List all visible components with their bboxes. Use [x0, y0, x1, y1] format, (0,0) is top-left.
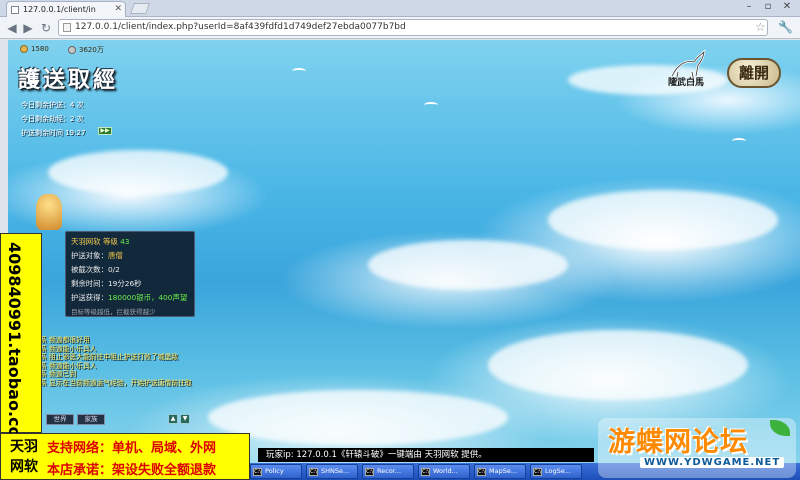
- taskbar-item-recor[interactable]: C:\ Recor...: [362, 464, 414, 479]
- forward-icon[interactable]: ▶: [20, 20, 36, 36]
- console-icon: C:\: [421, 468, 430, 476]
- gold-value: 1580: [31, 45, 49, 53]
- new-tab-button[interactable]: [129, 3, 151, 14]
- address-toolbar: ◀ ▶ ↻ 127.0.0.1/client/index.php?userId=…: [0, 17, 800, 39]
- promo-line-2: 本店承诺：架设失败全额退款: [47, 463, 217, 478]
- chat-line: 系 频道已到: [40, 370, 77, 378]
- target-row: 护送对象：唐僧: [71, 249, 189, 263]
- time-row: 剩余时间：19分26秒: [71, 277, 189, 291]
- window-close-icon[interactable]: ✕: [778, 1, 796, 14]
- task-label: MapSe...: [489, 467, 518, 475]
- chat-scroll-up-icon[interactable]: ▲: [168, 414, 178, 424]
- robbed-row: 被截次数：0/2: [71, 263, 189, 277]
- back-icon[interactable]: ◀: [4, 20, 20, 36]
- escort-npc-avatar[interactable]: [36, 194, 62, 230]
- taskbar-item-shnse[interactable]: C:\ SHNSe...: [306, 464, 358, 479]
- shop-id-banner: 409840991.taobao.com: [0, 233, 42, 454]
- task-label: LogSe...: [545, 467, 571, 475]
- chat-tabs: 世界 家族: [46, 414, 105, 425]
- site-url: WWW.YDWGAME.NET: [640, 457, 785, 468]
- silver-value: 3620万: [79, 46, 104, 54]
- cloud: [208, 390, 508, 445]
- server-message: 玩家ip: 127.0.0.1《轩辕斗破》一键端由 天羽网软 提供。: [258, 448, 594, 462]
- chat-line: 系 频道能小乐具人: [40, 361, 97, 370]
- mount-label: 隆武白馬: [668, 78, 705, 88]
- silver-stat: 3620万: [68, 45, 104, 55]
- bird: [292, 68, 306, 74]
- chat-line: 系 阻止邪恶大能前往中阻止护送打败了城堡敌: [40, 353, 179, 361]
- console-icon: C:\: [365, 468, 374, 476]
- player-name: 天羽网软: [71, 237, 101, 246]
- reward-value: 180000银币，400声望: [107, 293, 188, 302]
- level-value: 43: [120, 237, 130, 246]
- browser-tab-bar: 127.0.0.1/client/in ✕ – ▫ ✕: [0, 0, 800, 17]
- fast-forward-button[interactable]: ▶▶: [98, 127, 112, 135]
- console-icon: C:\: [533, 468, 542, 476]
- gold-icon: [20, 45, 28, 53]
- taskbar-item-world[interactable]: C:\ World...: [418, 464, 470, 479]
- promo-line-1: 支持网络：单机、局域、外网: [47, 441, 217, 456]
- cloud: [548, 190, 778, 250]
- target-value: 唐僧: [107, 251, 123, 260]
- page-root: 127.0.0.1/client/in ✕ – ▫ ✕ ◀ ▶ ↻ 127.0.…: [0, 0, 800, 480]
- url-input[interactable]: 127.0.0.1/client/index.php?userId=8af439…: [58, 19, 768, 36]
- chat-log: 系 频道都很好用 系 频道能小乐具人 系 阻止邪恶大能前往中阻止护送打败了城堡敌…: [40, 336, 200, 396]
- console-icon: C:\: [309, 468, 318, 476]
- url-text: 127.0.0.1/client/index.php?userId=8af439…: [75, 22, 406, 32]
- bookmark-star-icon[interactable]: ☆: [755, 20, 766, 34]
- chat-line: 系 频道都很好用: [40, 336, 90, 344]
- task-label: Policy: [265, 467, 284, 475]
- escort-count-text: 今日剩余护送：4 次: [21, 101, 84, 109]
- bird: [732, 138, 746, 144]
- rob-count-text: 今日剩余劫经：2 次: [21, 115, 84, 123]
- shop-id-text: 409840991.taobao.com: [5, 242, 24, 455]
- taskbar-item-mapse[interactable]: C:\ MapSe...: [474, 464, 526, 479]
- minimize-icon[interactable]: –: [740, 1, 758, 14]
- task-label: SHNSe...: [321, 467, 350, 475]
- panel-hint: 目标等级越低，拦截获得越少: [71, 308, 156, 316]
- page-title: 護送取經: [18, 67, 119, 93]
- robbed-label: 被截次数：: [71, 265, 108, 274]
- promo-banner: 天羽网软 支持网络：单机、局域、外网 本店承诺：架设失败全额退款: [0, 433, 250, 480]
- cloud: [488, 330, 748, 400]
- target-label: 护送对象：: [71, 251, 108, 260]
- page-icon: [63, 23, 71, 32]
- taskbar-item-policy[interactable]: C:\ Policy: [250, 464, 302, 479]
- robbed-value: 0/2: [107, 265, 120, 274]
- chat-tab-family[interactable]: 家族: [77, 414, 105, 425]
- maximize-icon[interactable]: ▫: [759, 1, 777, 14]
- escort-info-panel: 天羽网软 等级 43 护送对象：唐僧 被截次数：0/2 剩余时间：19分26秒 …: [65, 231, 195, 317]
- panel-header: 天羽网软 等级 43: [71, 235, 189, 249]
- site-logo: 游蝶网论坛: [608, 427, 748, 458]
- game-viewport[interactable]: 1580 3620万 護送取經 今日剩余护送：4 次 今日剩余劫经：2 次 护送…: [8, 40, 800, 480]
- level-label: 等级: [102, 237, 118, 246]
- console-icon: C:\: [477, 468, 486, 476]
- task-label: World...: [433, 467, 458, 475]
- tab-close-icon[interactable]: ✕: [114, 2, 122, 17]
- task-label: Recor...: [377, 467, 402, 475]
- leave-button[interactable]: 離開: [727, 58, 781, 88]
- chat-tab-world[interactable]: 世界: [46, 414, 74, 425]
- chat-line: 系 显示在当前频道运气经验，开始护送唐僧前往取: [40, 378, 192, 387]
- reward-row: 护送获得：180000银币，400声望: [71, 291, 189, 305]
- bird: [424, 102, 438, 108]
- wrench-icon[interactable]: 🔧: [778, 20, 793, 34]
- cloud: [48, 150, 228, 195]
- escort-timer-text: 护送剩余时间 19:27: [21, 129, 86, 137]
- console-icon: C:\: [253, 468, 262, 476]
- gold-stat: 1580: [20, 45, 49, 53]
- page-favicon-icon: [11, 6, 19, 14]
- browser-tab[interactable]: 127.0.0.1/client/in ✕: [6, 1, 126, 17]
- promo-brand: 天羽网软: [10, 439, 38, 475]
- taskbar-item-logse[interactable]: C:\ LogSe...: [530, 464, 582, 479]
- chat-line: 系 频道能小乐具人: [40, 344, 97, 353]
- cloud: [368, 240, 568, 290]
- tab-title: 127.0.0.1/client/in: [23, 5, 96, 14]
- reward-label: 护送获得：: [71, 293, 108, 302]
- time-label: 剩余时间：: [71, 279, 108, 288]
- silver-icon: [68, 46, 76, 54]
- chat-scroll-down-icon[interactable]: ▼: [180, 414, 190, 424]
- time-value: 19分26秒: [107, 279, 142, 288]
- reload-icon[interactable]: ↻: [38, 20, 54, 36]
